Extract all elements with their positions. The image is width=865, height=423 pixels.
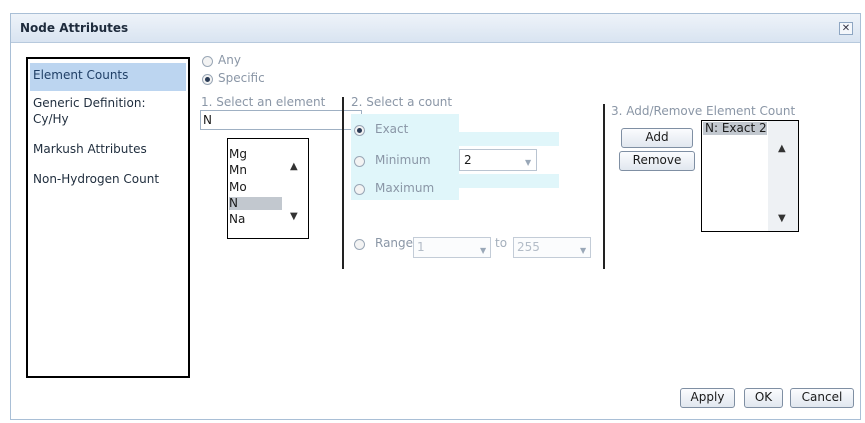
any-radio[interactable] [202,56,213,67]
element-listbox[interactable]: Mg Mn Mo N Na ▲ ▼ [227,138,309,239]
sidebar-item-markush-attributes[interactable]: Markush Attributes [30,142,147,156]
element-input[interactable]: N [200,110,362,130]
exact-radio[interactable] [354,125,365,136]
apply-button[interactable]: Apply [680,388,735,408]
element-option-mg[interactable]: Mg [229,148,247,161]
scroll-down-arrow-icon[interactable]: ▼ [778,213,786,224]
count-options-highlight-upper [457,132,559,146]
select-element-heading: 1. Select an element [201,95,326,109]
sidebar-item-element-counts[interactable]: Element Counts [30,63,186,91]
element-count-heading: 3. Add/Remove Element Count [611,104,796,118]
close-button[interactable]: ✕ [839,22,853,35]
divider-1 [342,97,344,269]
add-button[interactable]: Add [621,128,693,148]
sidebar-item-generic-definition[interactable]: Generic Definition: Cy/Hy [30,95,186,129]
range-from-combo[interactable]: 1 ▼ [413,237,491,258]
minimum-radio[interactable] [354,156,365,167]
range-from-value: 1 [417,240,425,254]
count-options-highlight-lower [457,174,559,188]
range-label: Range [375,236,414,250]
range-radio[interactable] [354,239,365,250]
close-icon: ✕ [841,23,851,34]
element-option-na[interactable]: Na [229,213,245,226]
range-to-label: to [495,236,508,250]
minimum-label: Minimum [375,153,431,167]
select-count-heading: 2. Select a count [351,95,453,109]
element-option-mn[interactable]: Mn [229,164,247,177]
sidebar-item-non-hydrogen-count[interactable]: Non-Hydrogen Count [30,172,159,186]
count-combo[interactable]: 2 ▼ [459,149,537,171]
range-to-value: 255 [517,240,540,254]
maximum-radio[interactable] [354,184,365,195]
cancel-button[interactable]: Cancel [790,388,854,408]
ok-button[interactable]: OK [744,388,783,408]
specific-radio[interactable] [202,74,213,85]
scroll-up-arrow-icon[interactable]: ▲ [290,161,298,172]
count-combo-value: 2 [464,153,472,167]
dialog-title-bar: Node Attributes ✕ [11,14,860,43]
element-option-n[interactable]: N [229,197,282,210]
maximum-label: Maximum [375,181,435,195]
any-label: Any [218,53,241,67]
element-count-item[interactable]: N: Exact 2 [703,122,767,135]
divider-2 [603,104,605,269]
range-to-combo[interactable]: 255 ▼ [513,237,591,258]
remove-button[interactable]: Remove [619,151,695,171]
element-option-mo[interactable]: Mo [229,181,247,194]
specific-label: Specific [218,71,265,85]
dropdown-arrow-icon[interactable]: ▼ [480,246,486,255]
scroll-down-arrow-icon[interactable]: ▼ [290,211,298,222]
element-input-value: N [203,113,212,127]
exact-label: Exact [375,122,409,136]
element-count-listbox[interactable]: N: Exact 2 ▲ ▼ [701,120,799,232]
attribute-category-list: Element Counts Generic Definition: Cy/Hy… [26,57,190,378]
dialog-title: Node Attributes [20,21,129,35]
scroll-up-arrow-icon[interactable]: ▲ [778,143,786,154]
dropdown-arrow-icon[interactable]: ▼ [525,158,531,167]
dropdown-arrow-icon[interactable]: ▼ [580,246,586,255]
node-attributes-dialog: Node Attributes ✕ Element Counts Generic… [10,13,861,420]
